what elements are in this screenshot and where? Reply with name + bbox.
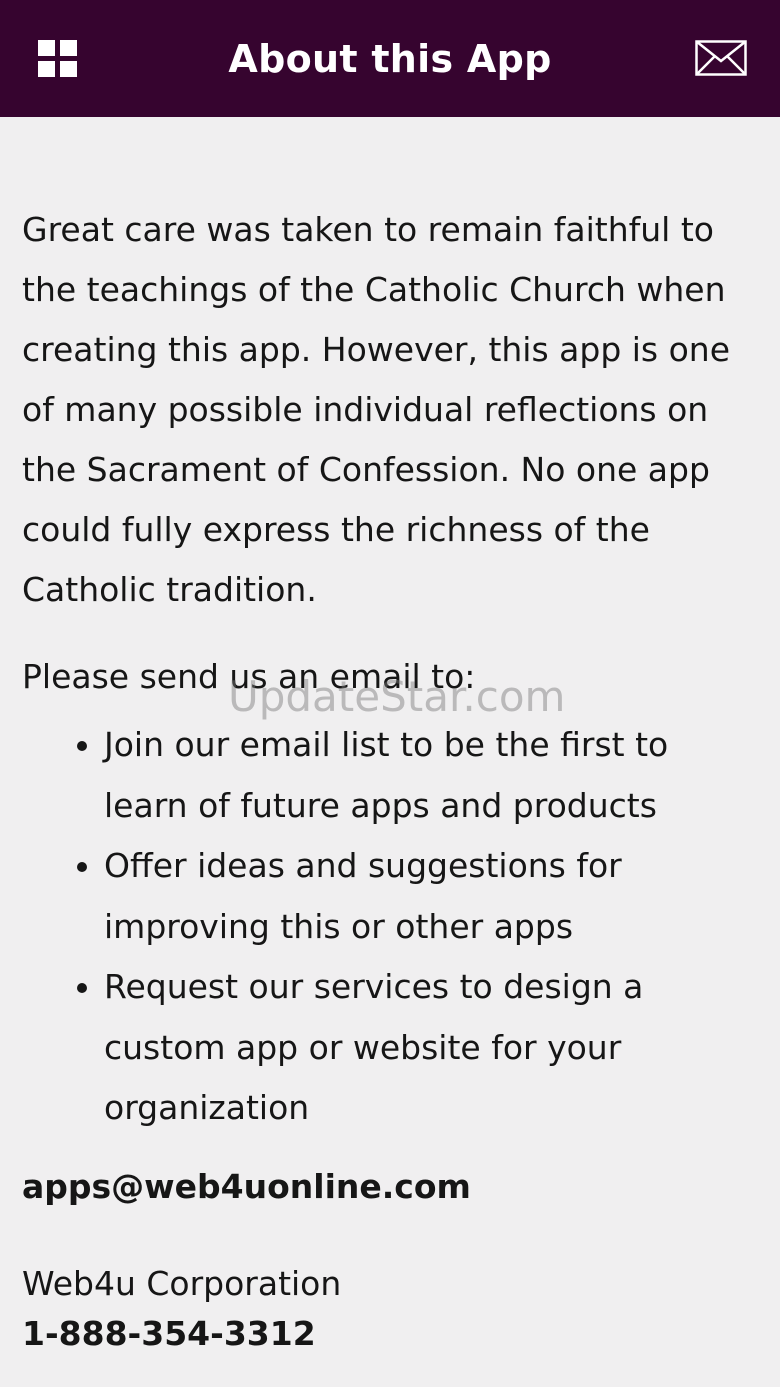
app-header: About this App — [0, 0, 780, 117]
list-item: Request our services to design a custom … — [104, 957, 762, 1139]
intro-paragraph: Great care was taken to remain faithful … — [22, 210, 731, 609]
email-request-text: Please send us an email to: — [22, 657, 476, 696]
email-link[interactable]: apps@web4uonline.com — [22, 1157, 762, 1217]
list-item: Offer ideas and suggestions for improvin… — [104, 836, 762, 957]
page-title: About this App — [228, 36, 552, 81]
envelope-icon[interactable] — [695, 40, 747, 76]
phone-link[interactable]: 1-888-354-3312 — [22, 1304, 762, 1364]
about-content: Great care was taken to remain faithful … — [22, 200, 762, 1364]
list-item: Join our email list to be the first to l… — [104, 715, 762, 836]
email-reasons-list: Join our email list to be the first to l… — [22, 715, 762, 1139]
grid-menu-icon[interactable] — [38, 40, 78, 78]
